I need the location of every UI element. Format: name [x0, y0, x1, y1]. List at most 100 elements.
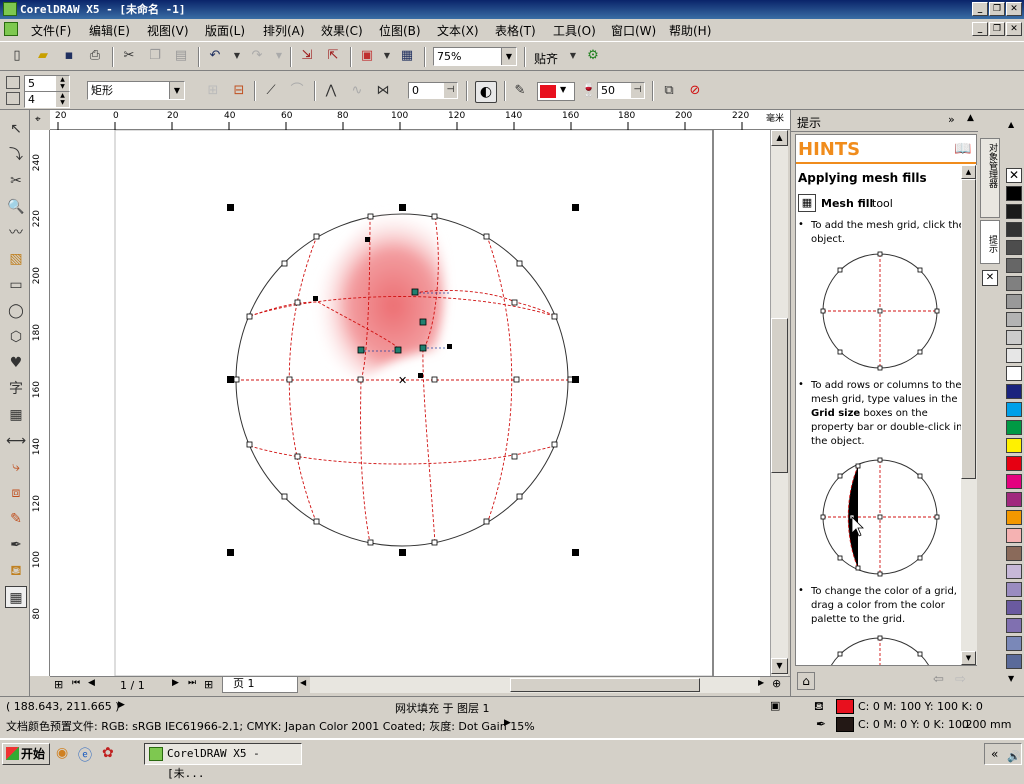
zoom-level-combo[interactable]: 75% ▼: [433, 47, 517, 66]
app-shortcut-icon[interactable]: ✿: [102, 745, 114, 761]
crop-tool-icon[interactable]: ✂: [5, 170, 27, 192]
save-icon[interactable]: ▪: [60, 47, 78, 65]
palette-swatch[interactable]: [1006, 366, 1022, 381]
palette-swatch[interactable]: [1006, 330, 1022, 345]
undo-dropdown-icon[interactable]: ▼: [228, 47, 246, 65]
zoom-navigator-icon[interactable]: ⊕: [772, 677, 781, 690]
vertical-ruler[interactable]: 240 220 200 180 160 140 120 100 80: [30, 130, 50, 676]
menu-file[interactable]: 文件(F): [31, 22, 71, 39]
print-icon[interactable]: ⎙: [86, 47, 104, 65]
palette-swatch[interactable]: [1006, 186, 1022, 201]
convert-to-curve-icon[interactable]: ⌒: [288, 82, 306, 100]
spinner-icon[interactable]: ▲ ▼: [56, 76, 69, 91]
palette-swatch[interactable]: [1006, 312, 1022, 327]
hints-book-icon[interactable]: 📖: [954, 141, 971, 157]
doc-restore-button[interactable]: ❐: [989, 22, 1005, 36]
options-icon[interactable]: ⚙: [584, 47, 602, 65]
menu-view[interactable]: 视图(V): [147, 22, 189, 39]
paste-icon[interactable]: ▤: [172, 47, 190, 65]
browser-icon[interactable]: ⓔ: [78, 745, 92, 765]
maximize-button[interactable]: ❐: [989, 2, 1005, 16]
tray-expand-icon[interactable]: «: [991, 747, 998, 761]
last-page-icon[interactable]: ⏭: [188, 678, 196, 688]
palette-swatch[interactable]: [1006, 240, 1022, 255]
eyedropper-icon[interactable]: ✎: [511, 82, 529, 100]
palette-swatch[interactable]: [1006, 474, 1022, 489]
redo-dropdown-icon[interactable]: ▼: [270, 47, 288, 65]
fill-tool-icon[interactable]: ⛾: [5, 560, 27, 582]
dimension-tool-icon[interactable]: ⟷: [5, 430, 27, 452]
previous-page-icon[interactable]: ◀: [88, 678, 95, 688]
launcher-dropdown-icon[interactable]: ▼: [378, 47, 396, 65]
delete-node-icon[interactable]: ⊟: [230, 82, 248, 100]
collapse-docker-icon[interactable]: »: [948, 113, 955, 126]
ruler-origin[interactable]: ⌖: [30, 110, 50, 130]
first-page-icon[interactable]: ⏮: [72, 678, 80, 688]
ellipse-tool-icon[interactable]: ◯: [5, 300, 27, 322]
eyedropper-tool-icon[interactable]: ✎: [5, 508, 27, 530]
application-launcher-icon[interactable]: ▣: [358, 47, 376, 65]
close-tab-icon[interactable]: ✕: [982, 270, 998, 286]
start-button[interactable]: 开始: [2, 743, 50, 765]
document-color-profile[interactable]: 文档颜色预置文件: RGB: sRGB IEC61966-2.1; CMYK: …: [6, 718, 535, 734]
palette-swatch[interactable]: [1006, 294, 1022, 309]
hints-scrollbar[interactable]: ▲ ▼: [961, 165, 977, 665]
menu-arrange[interactable]: 排列(A): [263, 22, 305, 39]
zoom-tool-icon[interactable]: 🔍: [5, 196, 27, 218]
pick-tool-icon[interactable]: ↖: [5, 118, 27, 140]
palette-swatch[interactable]: [1006, 564, 1022, 579]
grid-columns-input[interactable]: 5 ▲ ▼: [24, 75, 70, 92]
cut-icon[interactable]: ✂: [120, 47, 138, 65]
convert-to-line-icon[interactable]: ⟋: [262, 82, 280, 100]
palette-swatch[interactable]: [1006, 204, 1022, 219]
slider-icon[interactable]: ⊣: [631, 83, 644, 98]
palette-swatch[interactable]: [1006, 276, 1022, 291]
palette-swatch[interactable]: [1006, 600, 1022, 615]
menu-effects[interactable]: 效果(C): [321, 22, 363, 39]
blend-tool-icon[interactable]: ⧈: [5, 482, 27, 504]
no-color-swatch[interactable]: ✕: [1006, 168, 1022, 183]
palette-swatch[interactable]: [1006, 528, 1022, 543]
palette-scroll-down-icon[interactable]: ▼: [1008, 674, 1014, 683]
scroll-down-icon[interactable]: ▼: [771, 658, 788, 674]
menu-text[interactable]: 文本(X): [437, 22, 479, 39]
open-icon[interactable]: ▰: [34, 47, 52, 65]
shape-tool-icon[interactable]: ⤵: [5, 144, 27, 166]
add-node-icon[interactable]: ⊞: [204, 82, 222, 100]
welcome-screen-icon[interactable]: ▦: [398, 47, 416, 65]
smart-fill-tool-icon[interactable]: ▧: [5, 248, 27, 270]
spinner-icon[interactable]: ▲ ▼: [56, 92, 69, 107]
minimize-button[interactable]: _: [972, 2, 988, 16]
text-tool-icon[interactable]: 字: [5, 378, 27, 400]
mesh-fill-object[interactable]: ✕: [233, 213, 574, 547]
basic-shapes-tool-icon[interactable]: ♥: [5, 352, 27, 374]
connector-tool-icon[interactable]: ⤷: [5, 456, 27, 478]
hint-back-icon[interactable]: ⇦: [933, 672, 944, 687]
page-tab[interactable]: 页 1: [222, 677, 298, 693]
doc-minimize-button[interactable]: _: [972, 22, 988, 36]
scroll-down-icon[interactable]: ▼: [961, 651, 976, 665]
scroll-left-icon[interactable]: ◀: [300, 678, 306, 687]
close-button[interactable]: ✕: [1006, 2, 1022, 16]
outline-pen-tool-icon[interactable]: ✒: [5, 534, 27, 556]
home-icon[interactable]: ⌂: [797, 672, 815, 690]
snap-indicator-icon[interactable]: ▣: [770, 699, 780, 712]
redo-icon[interactable]: ↷: [248, 47, 266, 65]
expand-status-icon[interactable]: ▶: [118, 700, 125, 710]
selection-mode-combo[interactable]: 矩形 ▼: [87, 81, 185, 100]
snap-to-button[interactable]: 贴齐: [534, 50, 558, 67]
snap-dropdown-icon[interactable]: ▼: [564, 47, 582, 65]
status-outline-swatch[interactable]: [836, 717, 854, 732]
export-icon[interactable]: ⇱: [324, 47, 342, 65]
palette-swatch[interactable]: [1006, 636, 1022, 651]
clear-mesh-icon[interactable]: ⊘: [686, 82, 704, 100]
palette-swatch[interactable]: [1006, 402, 1022, 417]
undo-icon[interactable]: ↶: [206, 47, 224, 65]
menu-table[interactable]: 表格(T): [495, 22, 536, 39]
symmetrical-node-icon[interactable]: ⋈: [374, 82, 392, 100]
copy-icon[interactable]: ❐: [146, 47, 164, 65]
smooth-mesh-color-icon[interactable]: ◐: [475, 81, 497, 103]
scroll-right-icon[interactable]: ▶: [758, 678, 764, 687]
menu-edit[interactable]: 编辑(E): [89, 22, 130, 39]
add-page-before-icon[interactable]: ⊞: [54, 678, 63, 691]
